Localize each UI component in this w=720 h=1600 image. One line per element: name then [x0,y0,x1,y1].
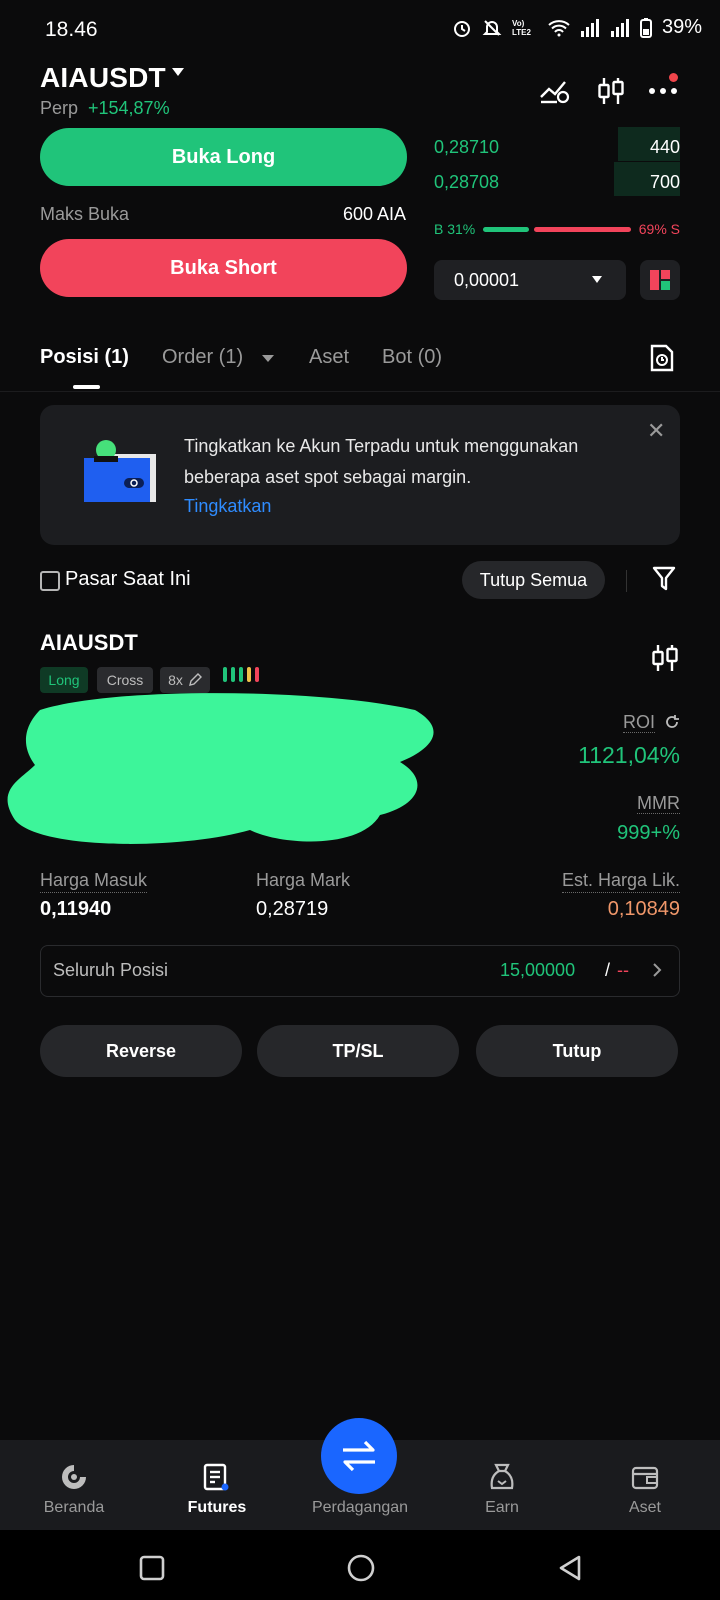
nav-assets[interactable]: Aset [585,1499,705,1517]
tpsl-button[interactable]: TP/SL [257,1025,459,1077]
banner-text: Tingkatkan ke Akun Terpadu untuk menggun… [184,436,579,487]
orderbook-qty: 700 [649,172,680,192]
max-open-value: 600 AIA [342,204,406,224]
wifi-icon [548,19,570,36]
buy-ratio: B 31% [434,221,476,237]
risk-level-bar [231,667,235,682]
orderbook-qty: 440 [649,137,680,157]
signal-2-icon [610,18,629,37]
mmr-value: 999+% [617,822,680,844]
chevron-down-icon [592,276,602,283]
risk-level-bar [239,667,243,682]
current-market-checkbox[interactable] [40,571,60,591]
all-positions-dash: -- [617,960,629,980]
chevron-down-icon[interactable] [262,355,274,362]
wallet-illustration-icon [84,440,160,511]
alarm-icon [453,20,470,37]
reverse-button[interactable]: Reverse [40,1025,242,1077]
roi-label-text: ROI [622,712,655,733]
buy-ratio-bar [483,227,529,232]
close-all-button[interactable]: Tutup Semua [462,561,605,599]
chevron-right-icon [652,962,662,983]
futures-icon[interactable] [199,1460,233,1494]
home-icon[interactable] [57,1460,91,1494]
close-icon[interactable]: ✕ [647,418,665,444]
edit-icon [188,673,202,686]
orderbook-price[interactable]: 0,28710 [434,137,499,158]
mute-icon [482,19,502,36]
candlestick-chart-icon[interactable] [651,643,679,678]
tab-bots[interactable]: Bot (0) [382,346,442,369]
sell-ratio: 69% S [638,221,680,237]
back-icon[interactable] [557,1554,583,1587]
liq-price-label[interactable]: Est. Harga Lik. [561,870,680,893]
wallet-icon[interactable] [628,1460,662,1494]
nav-home[interactable]: Beranda [14,1499,134,1517]
mmr-label[interactable]: MMR [637,793,680,814]
home-button-icon[interactable] [346,1553,376,1588]
perp-label: Perp [40,98,79,118]
battery-level: 39% [661,16,702,38]
tick-size-value: 0,00001 [454,269,520,290]
all-positions-label: Seluruh Posisi [53,960,169,980]
pair-title[interactable]: AIAUSDT [40,62,166,94]
recent-apps-icon[interactable] [139,1555,165,1586]
nav-trade[interactable]: Perdagangan [300,1499,420,1517]
close-position-button[interactable]: Tutup [476,1025,678,1077]
tab-positions[interactable]: Posisi (1) [40,346,129,369]
risk-level-bar [223,667,227,682]
filter-icon[interactable] [652,565,676,598]
notification-dot [669,73,678,82]
swap-icon[interactable] [321,1418,397,1494]
risk-level-bar [247,667,251,682]
tab-assets[interactable]: Aset [309,346,349,369]
mark-price-value: 0,28719 [256,898,329,920]
all-positions-value: 15,00000 [500,960,576,980]
price-change: +154,87% [88,98,170,118]
risk-level-bar [255,667,259,682]
mmr-label-text: MMR [637,793,680,814]
entry-price-label[interactable]: Harga Masuk [40,870,148,893]
open-long-button[interactable]: Buka Long [40,128,407,186]
open-short-button[interactable]: Buka Short [40,239,407,297]
leverage-value: 8x [168,672,183,688]
pair-dropdown-icon[interactable] [172,68,184,76]
redaction-scribble [0,690,440,855]
sell-ratio-bar [534,227,631,232]
roi-label[interactable]: ROI [622,712,680,733]
current-market-label[interactable]: Pasar Saat Ini [65,568,191,591]
history-icon[interactable] [649,343,675,378]
tab-divider [0,391,720,392]
entry-price-value: 0,11940 [40,898,112,920]
earn-icon[interactable] [485,1460,519,1494]
price-alert-icon[interactable] [538,74,572,108]
status-time: 18.46 [45,18,98,41]
orderbook-layout-icon [650,270,670,290]
candlestick-chart-icon[interactable] [594,74,628,108]
tab-orders[interactable]: Order (1) [162,346,243,369]
signal-icon [580,18,599,37]
status-icons: Vo) LTE2 39% [452,16,702,39]
nav-futures[interactable]: Futures [157,1499,277,1517]
upgrade-link[interactable]: Tingkatkan [184,496,271,517]
max-open-label: Maks Buka [40,204,130,224]
position-pair[interactable]: AIAUSDT [40,630,138,656]
orderbook-price[interactable]: 0,28708 [434,172,499,193]
liq-price-value: 0,10849 [607,898,680,920]
filter-divider [626,570,627,592]
refresh-icon [666,715,679,728]
orderbook-layout-button[interactable] [640,260,680,300]
all-positions-separator: / [605,960,611,980]
active-tab-indicator [73,385,100,389]
network-label: Vo) LTE2 [511,18,531,37]
nav-earn[interactable]: Earn [442,1499,562,1517]
roi-value: 1121,04% [578,742,680,768]
battery-icon [639,17,652,38]
mark-price-label: Harga Mark [256,870,351,890]
